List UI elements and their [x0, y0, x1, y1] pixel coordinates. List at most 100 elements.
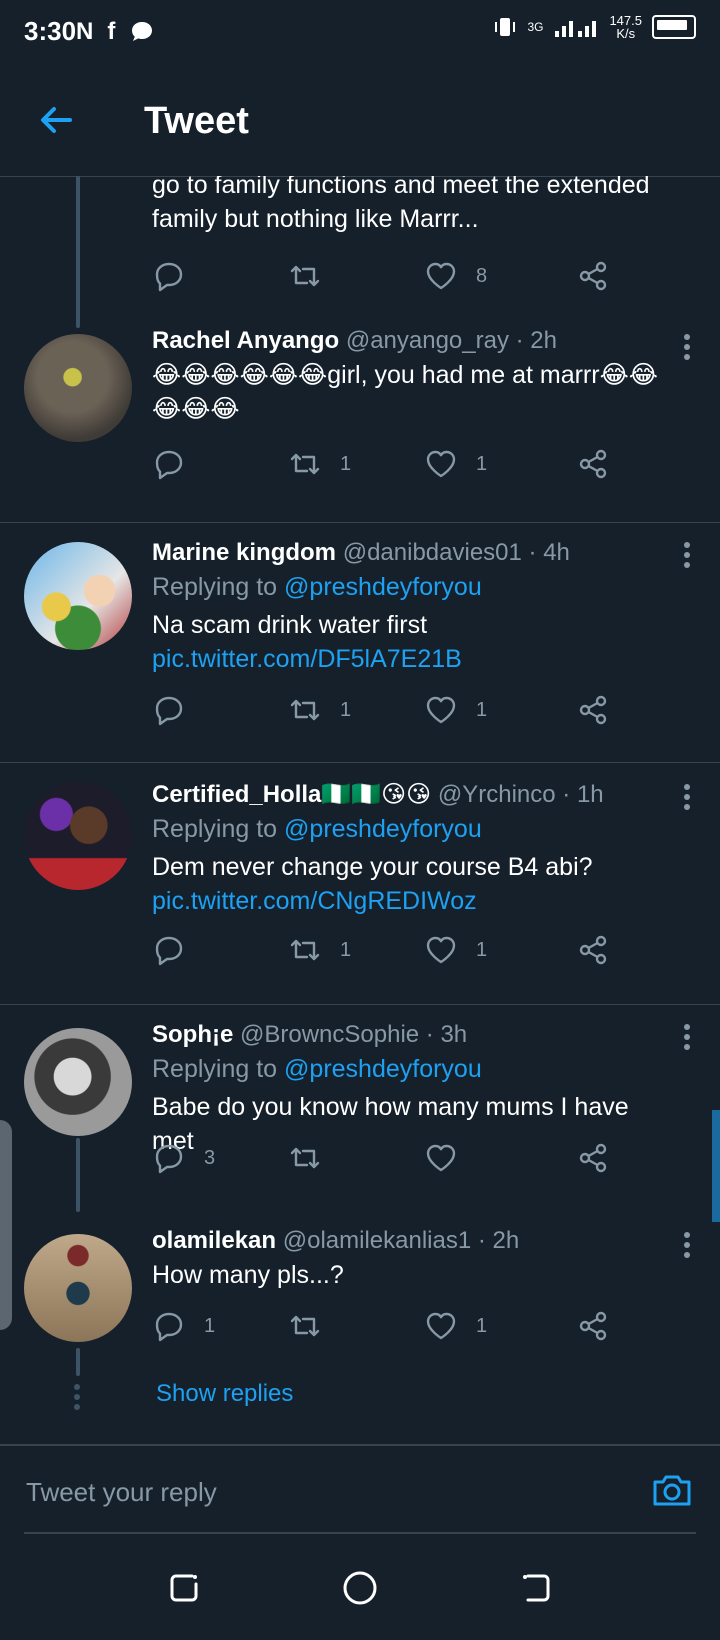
- tweet-time: · 4h: [528, 539, 570, 566]
- mention-link[interactable]: @preshdeyforyou: [284, 1055, 482, 1083]
- avatar[interactable]: [24, 782, 132, 890]
- reply-icon: [155, 936, 183, 966]
- more-options-icon[interactable]: [684, 1024, 692, 1050]
- reply-button[interactable]: [152, 256, 204, 296]
- divider: [0, 762, 720, 763]
- author-handle[interactable]: @olamilekanlias1: [283, 1227, 471, 1254]
- reply-button[interactable]: 3: [152, 1138, 215, 1178]
- replying-to: Replying to @preshdeyforyou: [152, 1055, 482, 1083]
- retweet-icon: [290, 265, 320, 287]
- reply-input[interactable]: [24, 1466, 628, 1518]
- retweet-icon: [290, 1147, 320, 1169]
- heart-icon: [426, 450, 456, 478]
- more-options-icon[interactable]: [684, 334, 692, 360]
- tweet-actions: 1 1: [152, 1306, 612, 1346]
- author-name[interactable]: Certified_Holla🇳🇬🇳🇬😘😘: [152, 781, 431, 808]
- scrollbar[interactable]: [712, 1110, 720, 1222]
- author-handle[interactable]: @danibdavies01: [343, 539, 522, 566]
- camera-icon[interactable]: [650, 1468, 694, 1512]
- avatar[interactable]: [24, 1028, 132, 1136]
- more-options-icon[interactable]: [684, 784, 692, 810]
- more-options-icon[interactable]: [684, 1232, 692, 1258]
- more-options-icon[interactable]: [684, 542, 692, 568]
- thread-line: [76, 176, 80, 328]
- reply-icon: [155, 1144, 183, 1174]
- retweet-button[interactable]: [288, 256, 340, 296]
- chat-bubble-icon: [132, 22, 153, 41]
- network-type: 3G: [527, 19, 544, 34]
- retweet-icon: [290, 453, 320, 475]
- share-button[interactable]: [576, 690, 610, 730]
- edge-panel-handle[interactable]: [0, 1120, 12, 1330]
- like-button[interactable]: [424, 1138, 476, 1178]
- reply-button[interactable]: [152, 930, 204, 970]
- heart-icon: [426, 1144, 456, 1172]
- share-icon: [579, 261, 607, 291]
- share-icon: [579, 935, 607, 965]
- recent-apps-icon[interactable]: [164, 1568, 204, 1608]
- retweet-button[interactable]: 1: [288, 930, 351, 970]
- show-replies-link[interactable]: Show replies: [156, 1380, 293, 1408]
- top-bar: Tweet: [0, 64, 720, 177]
- page-title: Tweet: [144, 100, 249, 142]
- heart-icon: [426, 1312, 456, 1340]
- signal-strength-icon: [555, 21, 597, 37]
- retweet-icon: [290, 1315, 320, 1337]
- tweet-time: · 2h: [515, 327, 557, 354]
- share-button[interactable]: [576, 444, 610, 484]
- author-handle[interactable]: @BrowncSophie: [240, 1021, 419, 1048]
- heart-icon: [426, 936, 456, 964]
- vibrate-icon: [495, 18, 516, 36]
- reply-icon: [155, 1312, 183, 1342]
- retweet-button[interactable]: [288, 1306, 340, 1346]
- retweet-button[interactable]: [288, 1138, 340, 1178]
- home-icon[interactable]: [340, 1568, 380, 1608]
- like-button[interactable]: 1: [424, 930, 487, 970]
- tweet-text: go to family functions and meet the exte…: [152, 176, 650, 233]
- status-right-icons: 3G 147.5 K/s: [493, 14, 696, 40]
- tweet-text: Dem never change your course B4 abi? pic…: [152, 850, 672, 918]
- avatar[interactable]: [24, 1234, 132, 1342]
- media-link[interactable]: pic.twitter.com/DF5lA7E21B: [152, 645, 462, 673]
- status-time: 3:30: [24, 16, 77, 46]
- replying-to: Replying to @preshdeyforyou: [152, 573, 482, 601]
- like-button[interactable]: 8: [424, 256, 487, 296]
- avatar[interactable]: [24, 542, 132, 650]
- back-arrow-icon[interactable]: [36, 100, 76, 140]
- like-button[interactable]: 1: [424, 690, 487, 730]
- like-button[interactable]: 1: [424, 444, 487, 484]
- author-name[interactable]: Marine kingdom: [152, 539, 336, 566]
- tweet-time: · 2h: [477, 1227, 520, 1254]
- author-handle[interactable]: @anyango_ray: [346, 327, 509, 354]
- netflix-icon: N: [76, 18, 94, 45]
- thread-line: [76, 1138, 80, 1212]
- author-handle[interactable]: @Yrchinco: [438, 781, 556, 808]
- reply-feed[interactable]: go to family functions and meet the exte…: [0, 176, 720, 1444]
- share-button[interactable]: [576, 1306, 610, 1346]
- author-name[interactable]: Rachel Anyango: [152, 327, 339, 354]
- back-icon[interactable]: [516, 1568, 556, 1608]
- reply-button[interactable]: [152, 690, 204, 730]
- reply-icon: [155, 696, 183, 726]
- mention-link[interactable]: @preshdeyforyou: [284, 815, 482, 843]
- heart-icon: [426, 262, 456, 290]
- share-button[interactable]: [576, 256, 610, 296]
- share-button[interactable]: [576, 930, 610, 970]
- tweet-actions: 1 1: [152, 444, 612, 484]
- reply-icon: [155, 262, 183, 292]
- tweet-actions: 3: [152, 1138, 612, 1178]
- author-name[interactable]: Soph¡e: [152, 1021, 233, 1048]
- media-link[interactable]: pic.twitter.com/CNgREDIWoz: [152, 884, 672, 918]
- share-button[interactable]: [576, 1138, 610, 1178]
- share-icon: [579, 449, 607, 479]
- retweet-button[interactable]: 1: [288, 444, 351, 484]
- like-button[interactable]: 1: [424, 1306, 487, 1346]
- avatar[interactable]: [24, 334, 132, 442]
- reply-button[interactable]: 1: [152, 1306, 215, 1346]
- reply-button[interactable]: [152, 444, 204, 484]
- mention-link[interactable]: @preshdeyforyou: [284, 573, 482, 601]
- retweet-button[interactable]: 1: [288, 690, 351, 730]
- share-icon: [579, 695, 607, 725]
- tweet-actions: 8: [152, 256, 612, 296]
- author-name[interactable]: olamilekan: [152, 1227, 276, 1254]
